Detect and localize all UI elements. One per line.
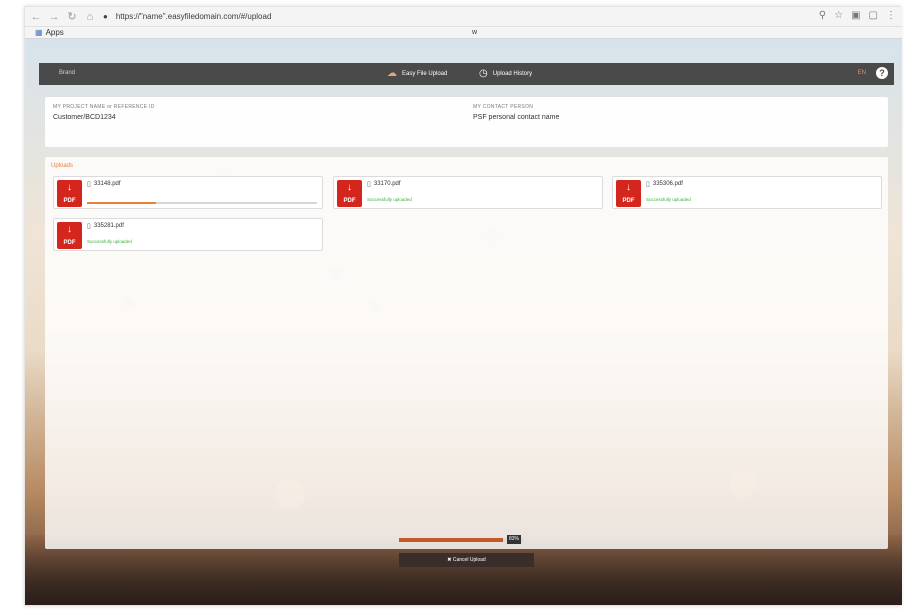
language-dropdown[interactable]: EN <box>858 70 866 76</box>
uploads-panel: Uploads ↓ PDF ▯ 33148.pdf ↓ PDF ▯ 33170.pdf … <box>45 157 888 567</box>
upload-status: Successfully uploaded <box>87 239 132 244</box>
help-icon[interactable]: ? <box>876 67 888 79</box>
file-card[interactable]: ↓ PDF ▯ 335281.pdf Successfully uploaded <box>53 218 323 251</box>
page-viewport: Brand ☁ Easy File Upload ◷ Upload Histor… <box>25 39 902 605</box>
extension-icon[interactable]: ▣ <box>851 10 860 21</box>
contact-value: PSF personal contact name <box>473 114 560 121</box>
forward-icon[interactable]: → <box>47 10 61 24</box>
reference-label: MY PROJECT NAME or REFERENCE ID <box>53 104 155 110</box>
browser-toolbar-icons: ⚲ ☆ ▣ ▢ ⋮ <box>819 10 896 21</box>
star-icon[interactable]: ☆ <box>834 10 843 21</box>
file-card[interactable]: ↓ PDF ▯ 335306.pdf Successfully uploaded <box>612 176 882 209</box>
file-progress-bar <box>87 202 317 204</box>
reload-icon[interactable]: ↻ <box>65 10 79 24</box>
document-icon: ▯ <box>87 223 91 230</box>
file-name: ▯ 33148.pdf <box>87 181 121 188</box>
file-name: ▯ 335306.pdf <box>646 181 683 188</box>
url-field[interactable]: https://"name".easyfiledomain.com/#/uplo… <box>116 12 272 21</box>
reference-value: Customer/BCD1234 <box>53 114 116 121</box>
cloud-upload-icon: ☁ <box>387 68 397 79</box>
document-icon: ▯ <box>87 181 91 188</box>
home-icon[interactable]: ⌂ <box>83 10 97 24</box>
tab-label: Easy File Upload <box>402 70 448 77</box>
brand-label[interactable]: Brand <box>59 70 75 76</box>
document-icon: ▯ <box>367 181 371 188</box>
uploads-heading: Uploads <box>51 163 74 169</box>
overall-progress-fill <box>399 538 503 542</box>
bookmark-item[interactable]: w <box>472 27 477 39</box>
pdf-icon: ↓ PDF <box>57 180 82 207</box>
file-progress-fill <box>87 202 156 204</box>
back-icon[interactable]: ← <box>29 10 43 24</box>
window-icon[interactable]: ▢ <box>869 10 878 21</box>
bookmarks-bar: ▦ Apps w <box>25 27 902 39</box>
menu-icon[interactable]: ⋮ <box>886 10 896 21</box>
tab-upload-history[interactable]: ◷ Upload History <box>479 68 532 79</box>
tab-easy-file-upload[interactable]: ☁ Easy File Upload <box>387 68 447 79</box>
address-bar-row: ← → ↻ ⌂ ● https://"name".easyfiledomain.… <box>25 7 902 27</box>
bookmarks-apps[interactable]: ▦ Apps <box>35 27 64 39</box>
file-card[interactable]: ↓ PDF ▯ 33148.pdf <box>53 176 323 209</box>
pdf-icon: ↓ PDF <box>616 180 641 207</box>
filter-icon[interactable]: ⚲ <box>819 10 826 21</box>
pdf-icon: ↓ PDF <box>337 180 362 207</box>
contact-label: MY CONTACT PERSON <box>473 104 534 110</box>
browser-window: ← → ↻ ⌂ ● https://"name".easyfiledomain.… <box>24 6 902 606</box>
app-navbar: Brand ☁ Easy File Upload ◷ Upload Histor… <box>39 63 894 85</box>
file-card[interactable]: ↓ PDF ▯ 33170.pdf Successfully uploaded <box>333 176 603 209</box>
tab-label: Upload History <box>492 70 533 77</box>
pdf-icon: ↓ PDF <box>57 222 82 249</box>
overall-progress-bar: 83% <box>399 535 524 544</box>
project-info-panel: MY PROJECT NAME or REFERENCE ID Customer… <box>45 97 888 147</box>
cancel-upload-button[interactable]: ✖ Cancel Upload <box>399 553 534 567</box>
lock-icon: ● <box>103 12 108 21</box>
file-name: ▯ 335281.pdf <box>87 223 124 230</box>
apps-grid-icon: ▦ <box>35 28 43 37</box>
upload-status: Successfully uploaded <box>367 197 412 202</box>
clock-icon: ◷ <box>479 68 488 79</box>
file-name: ▯ 33170.pdf <box>367 181 401 188</box>
upload-status: Successfully uploaded <box>646 197 691 202</box>
progress-percent: 83% <box>507 535 522 544</box>
document-icon: ▯ <box>646 181 650 188</box>
